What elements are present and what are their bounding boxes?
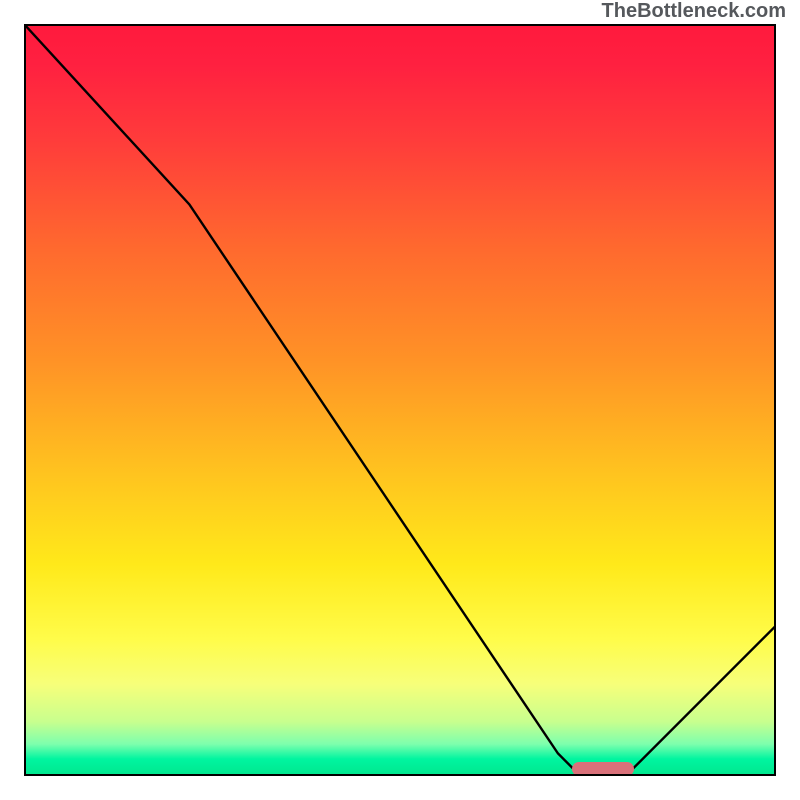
bottleneck-curve-path: [24, 24, 776, 776]
bottleneck-chart: TheBottleneck.com: [0, 0, 800, 800]
plot-area: [24, 24, 776, 776]
optimal-range-marker: [572, 762, 634, 776]
attribution-text: TheBottleneck.com: [602, 0, 786, 23]
curve-layer: [24, 24, 776, 776]
